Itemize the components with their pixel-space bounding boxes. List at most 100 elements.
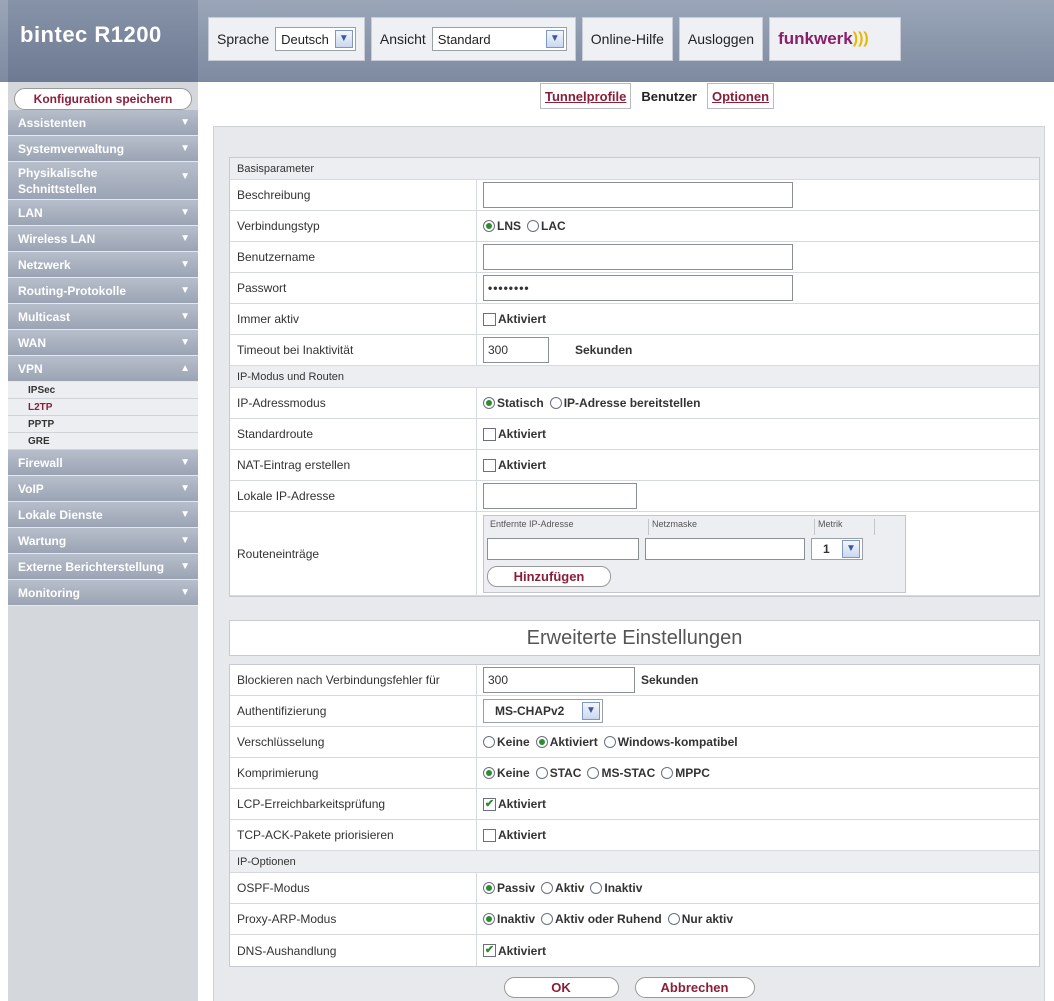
dns-label: DNS-Aushandlung: [230, 935, 477, 966]
proxy-label: Proxy-ARP-Modus: [230, 904, 477, 934]
enc-on-label: Aktiviert: [549, 735, 598, 749]
tab-tunnelprofile[interactable]: Tunnelprofile: [540, 83, 632, 109]
section-ip-mode: IP-Modus und Routen: [230, 366, 1039, 388]
tcp-label: TCP-ACK-Pakete priorisieren: [230, 820, 477, 850]
password-input[interactable]: ••••••••: [483, 275, 793, 301]
netmask-input[interactable]: [645, 537, 805, 560]
row-ip-mode: IP-Adressmodus Statisch IP-Adresse berei…: [230, 388, 1039, 419]
sub-item-ipsec[interactable]: IPSec: [8, 382, 198, 399]
enc-none-radio[interactable]: [483, 736, 495, 748]
nav-label: Wireless LAN: [18, 231, 96, 246]
ospf-active-radio[interactable]: [541, 882, 554, 894]
remote-ip-input[interactable]: [487, 537, 639, 560]
nav-item-vpn[interactable]: VPN ▲: [8, 356, 198, 382]
provide-ip-radio[interactable]: [549, 397, 562, 409]
description-input[interactable]: [483, 182, 793, 208]
nav-menu: Assistenten ▼ Systemverwaltung ▼ Physikali…: [8, 110, 198, 606]
nav-item-externe-berichterstellung[interactable]: Externe Berichterstellung ▼: [8, 554, 198, 580]
local-ip-input[interactable]: [483, 483, 637, 509]
sub-item-pptp[interactable]: PPTP: [8, 416, 198, 433]
nav-item-lan[interactable]: LAN ▼: [8, 200, 198, 226]
proxy-active-idle-radio[interactable]: [541, 913, 554, 925]
comp-msstac-radio[interactable]: [587, 767, 600, 779]
default-route-checkbox[interactable]: [483, 427, 496, 441]
nav-item-wireless-lan[interactable]: Wireless LAN ▼: [8, 226, 198, 252]
nav-item-physikalische-schnittstellen[interactable]: Physikalische Schnittstellen ▼: [8, 162, 198, 200]
local-ip-label: Lokale IP-Adresse: [230, 481, 477, 511]
add-route-button[interactable]: Hinzufügen: [487, 565, 611, 587]
save-config-button[interactable]: Konfiguration speichern: [14, 88, 192, 110]
col-metric: Metrik: [815, 518, 875, 535]
auth-select[interactable]: MS-CHAPv2 ▼: [483, 699, 603, 723]
sub-item-gre[interactable]: GRE: [8, 433, 198, 450]
nav-item-netzwerk[interactable]: Netzwerk ▼: [8, 252, 198, 278]
chevron-down-icon: ▼: [180, 457, 190, 468]
ospf-passive-radio[interactable]: [483, 882, 495, 894]
always-active-label: Immer aktiv: [230, 304, 477, 334]
comp-mppc-radio[interactable]: [661, 767, 674, 779]
view-control: Ansicht Standard ▼: [370, 17, 576, 61]
metric-select[interactable]: 1 ▼: [811, 537, 863, 560]
always-active-checkbox[interactable]: [483, 312, 496, 326]
nat-label: NAT-Eintrag erstellen: [230, 450, 477, 480]
chevron-down-icon: ▼: [180, 587, 190, 598]
block-input[interactable]: 300: [483, 667, 635, 693]
auth-value: MS-CHAPv2: [495, 704, 565, 718]
chevron-down-icon: ▼: [180, 233, 190, 244]
nav-item-firewall[interactable]: Firewall ▼: [8, 450, 198, 476]
tab-benutzer[interactable]: Benutzer: [637, 83, 701, 109]
sub-item-l2tp[interactable]: L2TP: [8, 399, 198, 416]
nav-label: LAN: [18, 205, 43, 220]
checkbox-text: Aktiviert: [498, 943, 547, 958]
enc-win-radio[interactable]: [603, 736, 616, 748]
comp-none-radio[interactable]: [483, 767, 495, 779]
timeout-input[interactable]: 300: [483, 337, 549, 363]
row-always-active: Immer aktiv Aktiviert: [230, 304, 1039, 335]
lns-label: LNS: [497, 219, 521, 233]
view-select[interactable]: Standard ▼: [431, 27, 567, 51]
enc-on-radio[interactable]: [535, 736, 548, 748]
tab-optionen[interactable]: Optionen: [707, 83, 775, 109]
nav-item-wartung[interactable]: Wartung ▼: [8, 528, 198, 554]
seconds-label: Sekunden: [641, 673, 699, 687]
chevron-down-icon: ▼: [582, 702, 600, 720]
proxy-only-active-radio[interactable]: [667, 913, 680, 925]
ospf-inactive-radio[interactable]: [590, 882, 603, 894]
nav-item-wan[interactable]: WAN ▼: [8, 330, 198, 356]
nav-label: VPN: [18, 361, 43, 376]
lac-radio[interactable]: [527, 220, 539, 232]
language-select[interactable]: Deutsch ▼: [275, 27, 356, 51]
nav-label: WAN: [18, 335, 46, 350]
nav-item-multicast[interactable]: Multicast ▼: [8, 304, 198, 330]
row-timeout: Timeout bei Inaktivität 300 Sekunden: [230, 335, 1039, 366]
metric-value: 1: [823, 541, 830, 556]
tab-bar: Tunnelprofile Benutzer Optionen: [540, 83, 775, 109]
ok-button[interactable]: OK: [503, 976, 619, 998]
nav-label: Routing-Protokolle: [18, 283, 126, 298]
advanced-settings-title[interactable]: Erweiterte Einstellungen: [229, 620, 1040, 656]
nav-item-voip[interactable]: VoIP ▼: [8, 476, 198, 502]
tcp-checkbox[interactable]: [483, 828, 496, 842]
lcp-checkbox[interactable]: ✔: [483, 797, 496, 811]
nav-item-monitoring[interactable]: Monitoring ▼: [8, 580, 198, 606]
nav-item-routing-protokolle[interactable]: Routing-Protokolle ▼: [8, 278, 198, 304]
username-input[interactable]: [483, 244, 793, 270]
lns-radio[interactable]: [483, 220, 495, 232]
nav-item-assistenten[interactable]: Assistenten ▼: [8, 110, 198, 136]
nat-checkbox[interactable]: [483, 458, 496, 472]
comp-stac-radio[interactable]: [535, 767, 548, 779]
dns-checkbox[interactable]: ✔: [483, 944, 496, 957]
logout-link[interactable]: Ausloggen: [678, 17, 764, 61]
cancel-button[interactable]: Abbrechen: [634, 976, 755, 998]
chevron-down-icon: ▼: [180, 535, 190, 546]
nav-item-lokale-dienste[interactable]: Lokale Dienste ▼: [8, 502, 198, 528]
nav-label: Externe Berichterstellung: [18, 559, 165, 574]
nav-item-systemverwaltung[interactable]: Systemverwaltung ▼: [8, 136, 198, 162]
proxy-inactive-radio[interactable]: [483, 913, 495, 925]
static-radio[interactable]: [483, 397, 495, 409]
row-route-entries: Routeneinträge Entfernte IP-Adresse Netz…: [230, 512, 1039, 596]
nav-label: Monitoring: [18, 585, 80, 600]
help-link[interactable]: Online-Hilfe: [581, 17, 673, 61]
row-tcp-ack: TCP-ACK-Pakete priorisieren Aktiviert: [230, 820, 1039, 851]
row-compression: Komprimierung Keine STAC MS-STAC MPPC: [230, 758, 1039, 789]
